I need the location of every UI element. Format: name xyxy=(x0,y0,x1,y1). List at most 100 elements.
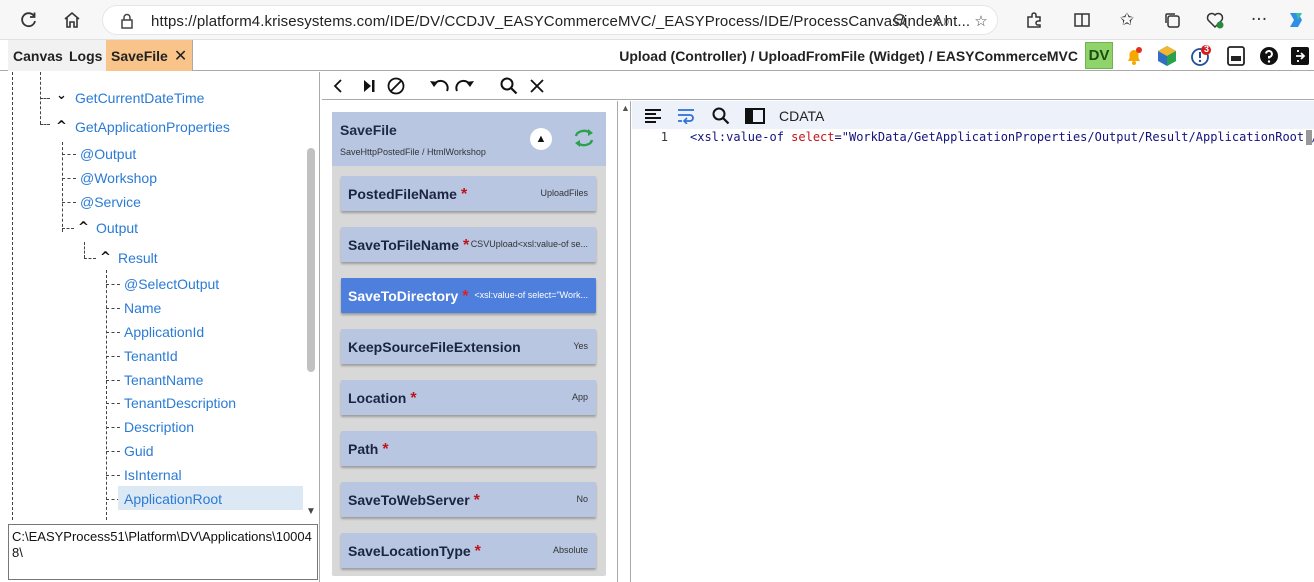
tab-logs[interactable]: Logs xyxy=(64,40,109,71)
tab-canvas[interactable]: Canvas xyxy=(8,40,69,71)
collapse-icon[interactable]: ^ xyxy=(100,250,111,265)
tree-node[interactable]: @SelectOutput xyxy=(124,276,219,292)
param-keepsourcefileextension[interactable]: KeepSourceFileExtension Yes xyxy=(341,329,596,364)
tree-connector xyxy=(106,403,120,404)
tree-connector xyxy=(106,284,120,285)
panel-splitter[interactable]: ▲ xyxy=(619,101,631,582)
refresh-icon[interactable] xyxy=(17,8,41,32)
tree-node[interactable]: TenantId xyxy=(124,348,178,364)
collapse-icon[interactable]: ^ xyxy=(56,119,67,134)
param-savelocationtype[interactable]: SaveLocationType * Absolute xyxy=(341,533,596,568)
tree-node[interactable]: Output xyxy=(96,220,138,236)
lock-icon[interactable] xyxy=(115,9,139,33)
param-value: UploadFiles xyxy=(540,188,588,198)
step-forward-icon[interactable] xyxy=(359,76,379,96)
scroll-thumb[interactable] xyxy=(307,148,315,372)
browser-toolbar: https://platform4.krisesystems.com/IDE/D… xyxy=(0,0,1314,40)
notification-count: 3 xyxy=(1204,44,1210,54)
param-label: Location * xyxy=(348,390,417,407)
widget-panel: SaveFile SaveHttpPostedFile / HtmlWorksh… xyxy=(322,101,618,582)
tree-connector xyxy=(84,242,85,258)
search-icon[interactable] xyxy=(499,76,519,96)
expand-icon[interactable]: ⌄ xyxy=(56,88,67,103)
tree-node[interactable]: IsInternal xyxy=(124,467,182,483)
tree-node[interactable]: @Service xyxy=(80,194,141,210)
refresh-icon[interactable] xyxy=(572,126,596,150)
param-savetofilename[interactable]: SaveToFileName * CSVUpload<xsl:value-of s… xyxy=(341,227,596,262)
tree-connector xyxy=(106,380,120,381)
param-savetodirectory[interactable]: SaveToDirectory * <xsl:value-of select="W… xyxy=(341,278,596,313)
tree-node[interactable]: @Workshop xyxy=(80,170,157,186)
cube-icon[interactable] xyxy=(1153,42,1181,69)
param-value: No xyxy=(576,494,588,504)
panel-icon[interactable] xyxy=(744,105,766,127)
dv-badge[interactable]: DV xyxy=(1085,42,1113,69)
scroll-down-icon[interactable]: ▼ xyxy=(306,506,316,517)
word-wrap-icon[interactable] xyxy=(675,105,697,127)
more-icon[interactable]: ··· xyxy=(1247,8,1271,32)
widget-subtitle: SaveHttpPostedFile / HtmlWorkshop xyxy=(340,147,486,157)
address-bar[interactable]: https://platform4.krisesystems.com/IDE/D… xyxy=(102,5,998,35)
tree-node-selected[interactable]: ApplicationRoot xyxy=(118,486,303,510)
undo-icon[interactable] xyxy=(429,76,449,96)
log-icon[interactable] xyxy=(1222,42,1250,69)
path-field[interactable]: C:\EASYProcess51\Platform\DV\Application… xyxy=(8,524,318,580)
read-aloud-icon[interactable]: A)) xyxy=(929,9,953,33)
tree-connector xyxy=(106,451,120,452)
editor-scroll-thumb[interactable] xyxy=(1306,130,1312,145)
close-icon[interactable] xyxy=(527,76,547,96)
alerts-icon[interactable]: 3 xyxy=(1187,42,1215,69)
param-location[interactable]: Location * App xyxy=(341,380,596,415)
format-icon[interactable] xyxy=(642,105,664,127)
copilot-icon[interactable] xyxy=(1284,8,1308,32)
tree-node[interactable]: Result xyxy=(118,250,158,266)
tree-node[interactable]: GetApplicationProperties xyxy=(75,119,230,135)
param-value: Yes xyxy=(573,341,588,351)
tab-label: SaveFile xyxy=(111,47,168,64)
close-icon[interactable]: ✕ xyxy=(174,46,187,66)
tree-node[interactable]: GetCurrentDateTime xyxy=(75,90,204,106)
param-savetowebserver[interactable]: SaveToWebServer * No xyxy=(341,482,596,517)
collapse-icon[interactable]: ^ xyxy=(78,220,89,235)
url-text[interactable]: https://platform4.krisesystems.com/IDE/D… xyxy=(151,13,970,30)
app-header: Canvas Logs SaveFile ✕ Upload (Controlle… xyxy=(0,40,1314,71)
disable-icon[interactable] xyxy=(386,76,406,96)
home-icon[interactable] xyxy=(60,8,84,32)
param-postedfilename[interactable]: PostedFileName * UploadFiles xyxy=(341,176,596,211)
tree-node[interactable]: Description xyxy=(124,419,194,435)
zoom-icon[interactable] xyxy=(889,9,913,33)
collapse-icon[interactable]: ▲ xyxy=(530,128,552,150)
collections-icon[interactable] xyxy=(1160,8,1184,32)
tree-scrollbar[interactable]: ▼ xyxy=(304,72,318,520)
cdata-label[interactable]: CDATA xyxy=(779,108,824,124)
favorite-icon[interactable]: ☆ xyxy=(969,9,993,33)
back-icon[interactable] xyxy=(328,76,348,96)
tree-node[interactable]: ApplicationId xyxy=(124,324,204,340)
tree-connector xyxy=(106,475,120,476)
tree-connector xyxy=(106,332,120,333)
favorites-icon[interactable]: ✩ xyxy=(1115,8,1139,32)
tree-node[interactable]: TenantDescription xyxy=(124,395,236,411)
tree-node[interactable]: Guid xyxy=(124,443,154,459)
tree-node[interactable]: @Output xyxy=(80,146,136,162)
code-line[interactable]: <xsl:value-of select="WorkData/GetApplic… xyxy=(690,130,1314,144)
tree-connector xyxy=(84,258,96,259)
tree-node[interactable]: Name xyxy=(124,300,161,316)
tab-label: Logs xyxy=(69,47,103,64)
search-icon[interactable] xyxy=(710,105,732,127)
split-screen-icon[interactable] xyxy=(1070,8,1094,32)
tree-node[interactable]: TenantName xyxy=(124,372,203,388)
help-icon[interactable] xyxy=(1255,42,1283,69)
scroll-up-icon[interactable]: ▲ xyxy=(621,103,630,113)
param-label: PostedFileName * xyxy=(348,186,468,203)
extensions-icon[interactable] xyxy=(1022,8,1046,32)
notification-bell-icon[interactable] xyxy=(1120,42,1148,69)
redo-icon[interactable] xyxy=(455,76,475,96)
browser-essentials-icon[interactable] xyxy=(1203,8,1227,32)
param-label: SaveToFileName * xyxy=(348,237,470,254)
exit-icon[interactable] xyxy=(1286,42,1314,69)
tree-connector xyxy=(106,427,120,428)
param-label: SaveToWebServer * xyxy=(348,492,480,509)
tab-savefile[interactable]: SaveFile ✕ xyxy=(106,40,193,71)
param-path[interactable]: Path * xyxy=(341,431,596,466)
